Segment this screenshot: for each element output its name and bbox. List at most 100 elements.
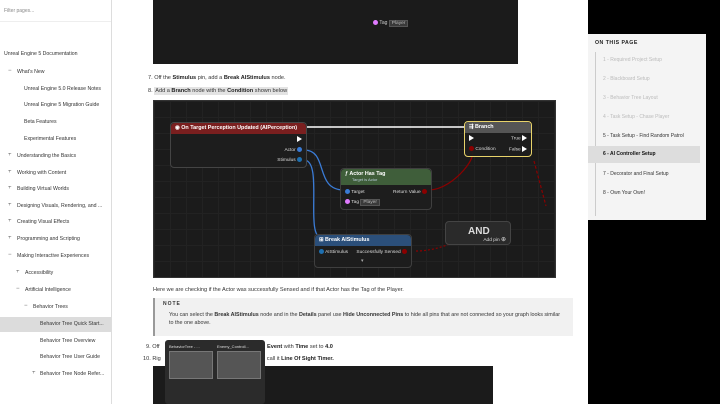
exec-in-pin[interactable] <box>469 135 474 141</box>
expand-icon[interactable]: + <box>8 170 12 175</box>
toc-item-2[interactable]: 2 - Blackboard Setup <box>588 71 706 88</box>
false-pin[interactable]: False <box>509 146 527 152</box>
toc-item-label: 2 - Blackboard Setup <box>603 76 650 82</box>
step-number: 9. <box>146 344 151 350</box>
and-node[interactable]: AND Add pin ⊕ <box>445 221 511 245</box>
sidebar-item-interactive[interactable]: − Making Interactive Experiences <box>0 253 111 259</box>
exec-icon <box>297 136 302 142</box>
sidebar-item-migration-guide[interactable]: Unreal Engine 5 Migration Guide <box>0 102 111 108</box>
branch-icon: ⇶ <box>469 124 474 130</box>
step-10-rest: nd call it Line Of Sight Timer. <box>259 356 334 362</box>
sidebar-item-label: Experimental Features <box>24 136 77 142</box>
sidebar-item-ai[interactable]: − Artificial Intelligence <box>0 287 111 293</box>
taskbar-thumb-behaviortree[interactable]: BehaviorTree - ... <box>169 344 215 379</box>
stimulus-pin[interactable]: Stimulus <box>277 157 302 163</box>
chevron-down-icon[interactable]: ▾ <box>361 259 363 264</box>
add-pin-button[interactable]: Add pin ⊕ <box>483 236 506 243</box>
step-bold: 4.0 <box>325 344 333 350</box>
struct-pin-icon <box>319 249 324 254</box>
expand-icon[interactable]: + <box>32 371 36 376</box>
node-subtitle: Target is Actor <box>352 177 378 182</box>
pin-label: Condition <box>475 146 496 152</box>
pin-label: True <box>510 136 521 142</box>
sensed-pin[interactable]: Successfully Sensed <box>356 249 407 255</box>
object-pin-icon <box>345 189 350 194</box>
add-icon: ⊕ <box>500 237 506 243</box>
pin-label: Target <box>351 189 365 195</box>
sidebar-item-quick-start[interactable]: Behavior Tree Quick Start... <box>0 317 111 332</box>
toc-item-8[interactable]: 8 - Own Your Own! <box>588 185 706 202</box>
sidebar-item-virtual-worlds[interactable]: + Building Virtual Worlds <box>0 186 111 192</box>
aistimulus-pin[interactable]: AIStimulus <box>319 249 348 255</box>
sidebar-item-beta-features[interactable]: Beta Features <box>0 119 111 125</box>
collapse-icon[interactable]: − <box>8 253 12 258</box>
object-pin-icon <box>297 147 302 152</box>
toc-item-4[interactable]: 4 - Task Setup - Chase Player <box>588 109 706 126</box>
taskbar-thumb-enemy-controller[interactable]: Enemy_Controll... <box>217 344 263 379</box>
expand-icon[interactable]: + <box>8 236 12 241</box>
sidebar-item-accessibility[interactable]: + Accessibility <box>0 270 111 276</box>
step-9-rest: Event with Time set to 4.0 <box>267 344 333 350</box>
step-bold: Time <box>295 344 309 350</box>
target-pin[interactable]: Target <box>345 189 365 195</box>
sidebar-item-release-notes[interactable]: Unreal Engine 5.0 Release Notes <box>0 86 111 92</box>
sidebar-item-experimental-features[interactable]: Experimental Features <box>0 136 111 142</box>
return-value-pin[interactable]: Return Value <box>393 189 427 195</box>
toc-item-7[interactable]: 7 - Decorator and Final Setup <box>588 166 706 183</box>
toc-item-label: 7 - Decorator and Final Setup <box>603 171 669 177</box>
actor-wire <box>303 149 345 191</box>
toc-item-5[interactable]: 5 - Task Setup - Find Random Patrol <box>588 128 706 145</box>
bool-pin-icon <box>422 189 427 194</box>
note-label: NOTE <box>163 301 181 307</box>
sidebar-item-bt-node-ref[interactable]: + Behavior Tree Node Refer... <box>0 371 111 377</box>
pin-label: Add pin <box>483 238 500 243</box>
sidebar-item-visuals[interactable]: + Designing Visuals, Rendering, and ... <box>0 203 111 209</box>
break-aistimulus-node[interactable]: ⊞ Break AIStimulus AIStimulus Successful… <box>314 234 412 268</box>
exec-icon <box>522 146 527 152</box>
sidebar-item-bt-user-guide[interactable]: Behavior Tree User Guide <box>0 354 111 360</box>
top-tag-pin: Tag Player <box>373 20 409 27</box>
sidebar-item-ue5-docs[interactable]: Unreal Engine 5 Documentation <box>0 51 111 57</box>
condition-pin[interactable]: Condition <box>469 146 496 152</box>
function-icon: ƒ <box>345 171 348 177</box>
sidebar-item-label: Making Interactive Experiences <box>17 253 90 259</box>
expand-icon[interactable]: + <box>16 270 20 275</box>
tag-value-field[interactable]: Player <box>360 199 380 206</box>
sidebar-item-label: Behavior Tree Node Refer... <box>40 371 105 377</box>
step-text: node. <box>271 75 286 81</box>
step-text: Off <box>152 344 160 350</box>
tag-pin[interactable]: Tag Player <box>345 199 380 206</box>
collapse-icon[interactable]: − <box>8 69 12 74</box>
exec-out-pin[interactable] <box>297 136 302 142</box>
sidebar-item-label: Behavior Tree Overview <box>40 338 96 344</box>
collapse-icon[interactable]: − <box>24 304 28 309</box>
filter-pages-input[interactable]: Filter pages... <box>0 0 111 22</box>
sidebar-item-behavior-trees[interactable]: − Behavior Trees <box>0 304 111 310</box>
note-text-part: You can select the <box>169 312 213 318</box>
toc-item-6[interactable]: 6 - AI Controller Setup <box>588 146 700 163</box>
sidebar-item-basics[interactable]: + Understanding the Basics <box>0 153 111 159</box>
collapse-icon[interactable]: − <box>16 287 20 292</box>
expand-icon[interactable]: + <box>8 153 12 158</box>
sidebar-item-visual-effects[interactable]: + Creating Visual Effects <box>0 219 111 225</box>
toc-item-3[interactable]: 3 - Behavior Tree Layout <box>588 90 706 107</box>
true-pin[interactable]: True <box>511 135 527 141</box>
tag-pin-icon <box>373 20 378 26</box>
perception-event-node[interactable]: ◉ On Target Perception Updated (AIPercep… <box>170 122 307 168</box>
sidebar-item-programming[interactable]: + Programming and Scripting <box>0 236 111 242</box>
sidebar-item-bt-overview[interactable]: Behavior Tree Overview <box>0 338 111 344</box>
top-tag-label: Tag <box>379 20 388 26</box>
sidebar-item-whats-new[interactable]: − What's New <box>0 69 111 75</box>
toc-item-1[interactable]: 1 - Required Project Setup <box>588 52 706 69</box>
actor-has-tag-node[interactable]: ƒ Actor Has Tag Target is Actor Target R… <box>340 168 432 210</box>
expand-icon[interactable]: + <box>8 186 12 191</box>
note-text-part: node and in the <box>260 312 298 318</box>
expand-icon[interactable]: + <box>8 219 12 224</box>
sidebar-item-label: Unreal Engine 5.0 Release Notes <box>24 86 101 92</box>
actor-pin[interactable]: Actor <box>284 147 302 153</box>
branch-node[interactable]: ⇶ Branch True Condition False <box>464 121 532 157</box>
expand-icon[interactable]: + <box>8 203 12 208</box>
sidebar-item-content[interactable]: + Working with Content <box>0 170 111 176</box>
sidebar-item-label: What's New <box>17 69 45 75</box>
step-bold: Branch <box>171 88 191 94</box>
